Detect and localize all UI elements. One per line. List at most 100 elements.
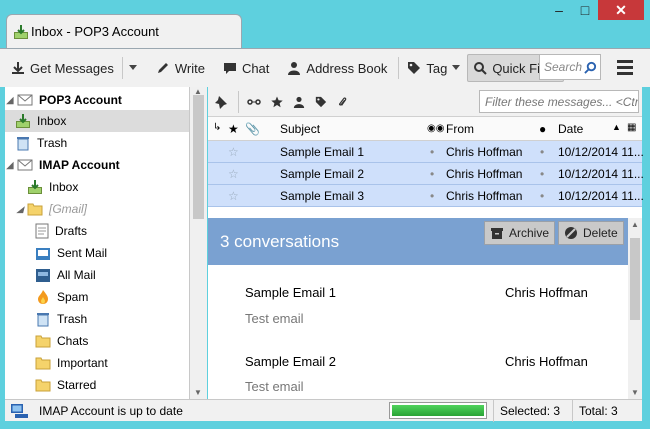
folder-important[interactable]: Important [5, 352, 189, 374]
account-icon [17, 159, 33, 171]
filter-separator [238, 90, 239, 113]
trash-icon [37, 313, 49, 327]
total-count: Total: 3 [572, 400, 624, 422]
collapse-icon[interactable]: ◢ [15, 204, 25, 215]
filter-messages-input[interactable]: Filter these messages... <Ctrl+Shift+K> [479, 90, 639, 113]
folder-spam[interactable]: Spam [5, 286, 189, 308]
get-messages-button[interactable]: Get Messages [6, 54, 119, 82]
archive-icon [491, 227, 503, 239]
junk-dot-icon[interactable]: • [540, 189, 544, 203]
tab-inbox[interactable]: Inbox - POP3 Account [6, 14, 242, 48]
junk-dot-icon[interactable]: • [540, 167, 544, 181]
folder-pop3-account[interactable]: ◢ POP3 Account [5, 89, 189, 111]
folder-imap-account[interactable]: ◢ IMAP Account [5, 154, 189, 176]
column-subject[interactable]: Subject [280, 122, 320, 136]
archive-button[interactable]: Archive [484, 221, 556, 245]
delete-icon [565, 227, 577, 239]
toolbar-separator [398, 57, 400, 79]
get-messages-dropdown[interactable] [126, 54, 145, 82]
message-list-header: ↳ ★ 📎 Subject ◉◉ From ● Date ▲ ▦ [208, 117, 642, 141]
close-button[interactable]: ✕ [598, 0, 644, 20]
status-text: IMAP Account is up to date [39, 404, 183, 418]
account-icon [17, 94, 33, 106]
message-row[interactable]: ☆ Sample Email 3 • Chris Hoffman • 10/12… [208, 185, 644, 207]
write-button[interactable]: Write [151, 54, 210, 82]
junk-column-icon[interactable]: ● [539, 122, 546, 136]
window-controls: – □ ✕ [546, 0, 644, 20]
chat-bubble-icon [223, 63, 236, 74]
conversation-scrollbar[interactable]: ▲ ▼ [628, 218, 642, 399]
folder-drafts[interactable]: Drafts [5, 220, 189, 242]
read-column-icon[interactable]: ◉◉ [427, 123, 444, 134]
hamburger-icon [617, 59, 633, 63]
folder-starred[interactable]: Starred [5, 374, 189, 396]
thread-column-icon[interactable]: ↳ [213, 122, 221, 133]
message-row[interactable]: ☆ Sample Email 2 • Chris Hoffman • 10/12… [208, 163, 644, 185]
read-dot-icon[interactable]: • [430, 145, 434, 159]
attachment-column-icon[interactable]: 📎 [245, 122, 260, 136]
magnifier-icon [474, 62, 488, 75]
folder-scrollbar[interactable]: ▲ ▼ [190, 87, 207, 399]
folder-trash[interactable]: Trash [5, 132, 189, 154]
folder-sent-mail[interactable]: Sent Mail [5, 242, 189, 264]
read-dot-icon[interactable]: • [430, 189, 434, 203]
conversation-subject: Sample Email 2 [245, 354, 337, 369]
collapse-icon[interactable]: ◢ [5, 160, 15, 171]
scroll-down-icon[interactable]: ▼ [631, 388, 639, 397]
sent-icon [36, 248, 50, 260]
star-toggle-icon[interactable]: ☆ [228, 167, 239, 181]
tab-title: Inbox - POP3 Account [31, 24, 159, 39]
scroll-thumb[interactable] [193, 95, 204, 219]
tag-button[interactable]: Tag [402, 54, 465, 82]
folder-inbox[interactable]: Inbox [5, 110, 189, 132]
scroll-down-icon[interactable]: ▼ [194, 388, 202, 397]
collapse-icon[interactable]: ◢ [5, 95, 15, 106]
read-dot-icon[interactable]: • [430, 167, 434, 181]
column-from[interactable]: From [446, 122, 474, 136]
conversation-snippet: Test email [245, 311, 304, 326]
conversation-snippet: Test email [245, 379, 304, 394]
message-area: Filter these messages... <Ctrl+Shift+K> … [208, 87, 644, 399]
minimize-button[interactable]: – [546, 0, 572, 20]
tag-icon[interactable] [315, 96, 327, 108]
chevron-down-icon [128, 65, 137, 70]
folder-imap-inbox[interactable]: Inbox [5, 176, 189, 198]
maximize-button[interactable]: □ [572, 0, 598, 20]
address-book-button[interactable]: Address Book [282, 54, 392, 82]
folder-chats[interactable]: Chats [5, 330, 189, 352]
folder-all-mail[interactable]: All Mail [5, 264, 189, 286]
junk-dot-icon[interactable]: • [540, 145, 544, 159]
scroll-thumb[interactable] [630, 238, 640, 320]
scroll-up-icon[interactable]: ▲ [631, 220, 639, 229]
download-icon [12, 62, 24, 74]
inbox-icon [28, 180, 42, 194]
star-icon[interactable] [271, 96, 283, 108]
message-row[interactable]: ☆ Sample Email 1 • Chris Hoffman • 10/12… [208, 141, 644, 163]
search-icon [584, 61, 597, 74]
attachment-icon[interactable] [337, 96, 347, 108]
column-date[interactable]: Date [558, 122, 583, 136]
conversation-count: 3 conversations [220, 232, 340, 251]
inbox-icon [16, 114, 30, 128]
flame-icon [38, 290, 48, 304]
folder-gmail[interactable]: ◢ [Gmail] [5, 198, 189, 220]
search-input[interactable]: Search [539, 54, 601, 80]
unread-filter-icon[interactable] [247, 97, 261, 107]
conversation-header: 3 conversations Archive Delete [208, 218, 628, 265]
app-menu-button[interactable] [612, 55, 638, 79]
progress-fill [392, 405, 484, 416]
column-picker-icon[interactable]: ▦ [627, 122, 636, 133]
pin-icon[interactable] [214, 95, 228, 109]
star-column-icon[interactable]: ★ [228, 122, 239, 136]
chat-button[interactable]: Chat [218, 54, 274, 82]
delete-button[interactable]: Delete [558, 221, 624, 245]
online-status-icon[interactable] [10, 403, 28, 419]
contact-icon[interactable] [293, 96, 305, 108]
star-toggle-icon[interactable]: ☆ [228, 189, 239, 203]
conversation-from: Chris Hoffman [505, 354, 588, 369]
conversation-list: Sample Email 1 Chris Hoffman Test email … [208, 265, 628, 399]
star-toggle-icon[interactable]: ☆ [228, 145, 239, 159]
pencil-icon [157, 63, 168, 73]
folder-imap-trash[interactable]: Trash [5, 308, 189, 330]
archive-icon [36, 269, 50, 282]
